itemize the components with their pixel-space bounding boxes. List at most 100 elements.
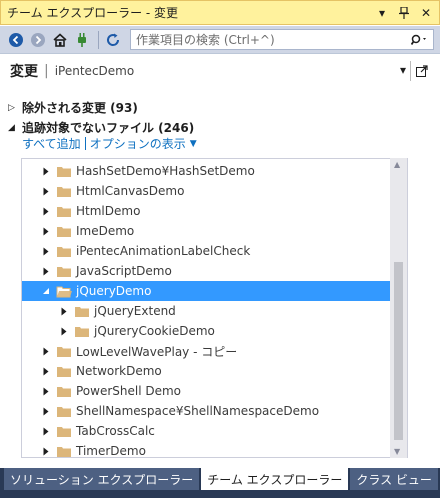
collapsed-arrow-icon[interactable] <box>40 387 52 396</box>
collapsed-arrow-icon[interactable] <box>58 327 70 336</box>
scroll-up-icon[interactable]: ▲ <box>394 160 400 169</box>
page-title: 変更 <box>10 64 38 80</box>
project-name: iPentecDemo <box>54 64 135 78</box>
window-menu-dropdown-icon[interactable]: ▾ <box>373 4 391 22</box>
collapsed-arrow-icon[interactable] <box>40 447 52 456</box>
folder-icon <box>74 325 90 338</box>
view-options-caret-icon[interactable]: ▼ <box>190 139 197 149</box>
toolbar <box>0 26 440 54</box>
untracked-actions: すべて追加 オプションの表示 ▼ <box>22 135 197 152</box>
tree-item[interactable]: jQueryDemo <box>22 281 392 301</box>
folder-icon <box>56 405 72 418</box>
collapsed-arrow-icon[interactable] <box>58 307 70 316</box>
window-title: チーム エクスプローラー - 変更 <box>7 6 179 20</box>
folder-icon <box>56 265 72 278</box>
search-icon[interactable] <box>407 34 433 46</box>
folder-icon <box>56 365 72 378</box>
refresh-button[interactable] <box>103 30 123 50</box>
forward-arrow-icon <box>31 32 45 47</box>
folder-icon <box>56 245 72 258</box>
vertical-scrollbar[interactable]: ▲ ▼ <box>390 158 407 458</box>
tree-item[interactable]: TimerDemo <box>22 441 392 458</box>
plug-icon <box>78 32 86 47</box>
actions-separator <box>84 137 86 150</box>
tree-item[interactable]: TabCrossCalc <box>22 421 392 441</box>
view-options-link[interactable]: オプションの表示 <box>90 135 186 152</box>
scrollbar-thumb[interactable] <box>394 262 403 440</box>
collapsed-arrow-icon[interactable] <box>40 227 52 236</box>
collapsed-arrow-icon[interactable] <box>40 167 52 176</box>
collapsed-arrow-icon[interactable] <box>40 187 52 196</box>
work-item-search-input[interactable] <box>131 32 407 47</box>
folder-icon <box>74 305 90 318</box>
tree-item[interactable]: ImeDemo <box>22 221 392 241</box>
tree-item-label: ShellNamespace¥ShellNamespaceDemo <box>76 404 320 418</box>
collapsed-arrow-icon[interactable] <box>40 247 52 256</box>
home-button[interactable] <box>50 30 70 50</box>
tree-item-label: ImeDemo <box>76 224 135 238</box>
header-separator: | <box>44 63 49 79</box>
back-button[interactable] <box>6 30 26 50</box>
untracked-files-label: 追跡対象でないファイル (246) <box>22 121 195 135</box>
page-header: 変更 | iPentecDemo ▾ <box>0 55 440 87</box>
folder-icon <box>56 225 72 238</box>
navigate-arrow-icon <box>415 65 428 77</box>
collapsed-arrow-icon[interactable] <box>40 267 52 276</box>
scroll-down-icon[interactable]: ▼ <box>394 447 400 456</box>
tree-item[interactable]: HtmlCanvasDemo <box>22 181 392 201</box>
bottom-tab-strip: ソリューション エクスプローラー チーム エクスプローラー クラス ビュー <box>0 468 440 498</box>
expanded-arrow-icon[interactable]: ◢ <box>8 123 22 133</box>
title-bar: チーム エクスプローラー - 変更 ▾ ✕ <box>0 0 440 25</box>
tree-item[interactable]: jQueryExtend <box>22 301 392 321</box>
folder-icon <box>56 165 72 178</box>
tree-item-label: jQueryExtend <box>94 304 176 318</box>
collapsed-arrow-icon[interactable] <box>40 347 52 356</box>
search-box[interactable] <box>130 29 434 50</box>
page-dropdown-icon[interactable]: ▾ <box>400 63 406 77</box>
toolbar-separator <box>98 30 99 49</box>
connect-button[interactable] <box>72 30 92 50</box>
close-icon[interactable]: ✕ <box>417 4 435 22</box>
tree-item-label: HashSetDemo¥HashSetDemo <box>76 164 255 178</box>
tree-item[interactable]: HashSetDemo¥HashSetDemo <box>22 161 392 181</box>
tree-item-label: PowerShell Demo <box>76 384 182 398</box>
tree-item-label: jQueryDemo <box>76 284 152 298</box>
forward-button[interactable] <box>28 30 48 50</box>
tree-item-label: iPentecAnimationLabelCheck <box>76 244 251 258</box>
tree-item-label: LowLevelWavePlay - コピー <box>76 344 238 359</box>
pin-icon[interactable] <box>395 4 413 22</box>
tree-item[interactable]: JavaScriptDemo <box>22 261 392 281</box>
add-all-link[interactable]: すべて追加 <box>22 135 81 152</box>
collapsed-arrow-icon[interactable] <box>40 207 52 216</box>
tab-item[interactable]: ソリューション エクスプローラー <box>4 468 200 490</box>
tree-item[interactable]: LowLevelWavePlay - コピー <box>22 341 392 361</box>
collapsed-arrow-icon[interactable] <box>40 427 52 436</box>
folder-icon <box>56 445 72 458</box>
tab-item[interactable]: クラス ビュー <box>350 468 438 490</box>
tree-item[interactable]: HtmlDemo <box>22 201 392 221</box>
tree-item[interactable]: jQureryCookieDemo <box>22 321 392 341</box>
tree-item-label: TimerDemo <box>76 444 146 458</box>
collapsed-arrow-icon[interactable] <box>40 367 52 376</box>
back-arrow-icon <box>9 32 23 47</box>
collapsed-arrow-icon[interactable] <box>40 407 52 416</box>
untracked-files-section[interactable]: ◢ 追跡対象でないファイル (246) <box>8 119 194 136</box>
tree-item[interactable]: NetworkDemo <box>22 361 392 381</box>
tree-item-label: JavaScriptDemo <box>76 264 172 278</box>
refresh-icon <box>107 33 120 46</box>
open-folder-icon <box>56 285 72 298</box>
collapsed-arrow-icon[interactable]: ▷ <box>8 103 22 113</box>
tree-item-label: HtmlCanvasDemo <box>76 184 185 198</box>
tree-item[interactable]: PowerShell Demo <box>22 381 392 401</box>
navigate-page-button[interactable] <box>410 61 432 81</box>
excluded-changes-label: 除外される変更 (93) <box>22 101 138 115</box>
untracked-files-tree[interactable]: HashSetDemo¥HashSetDemo HtmlCanvasDemo Htm… <box>21 158 408 458</box>
expanded-arrow-icon[interactable] <box>40 287 52 295</box>
tree-item-label: HtmlDemo <box>76 204 141 218</box>
excluded-changes-section[interactable]: ▷ 除外される変更 (93) <box>8 99 138 116</box>
tab-item[interactable]: チーム エクスプローラー <box>201 468 349 490</box>
tree-item[interactable]: ShellNamespace¥ShellNamespaceDemo <box>22 401 392 421</box>
tree-item[interactable]: iPentecAnimationLabelCheck <box>22 241 392 261</box>
folder-icon <box>56 205 72 218</box>
folder-icon <box>56 345 72 358</box>
